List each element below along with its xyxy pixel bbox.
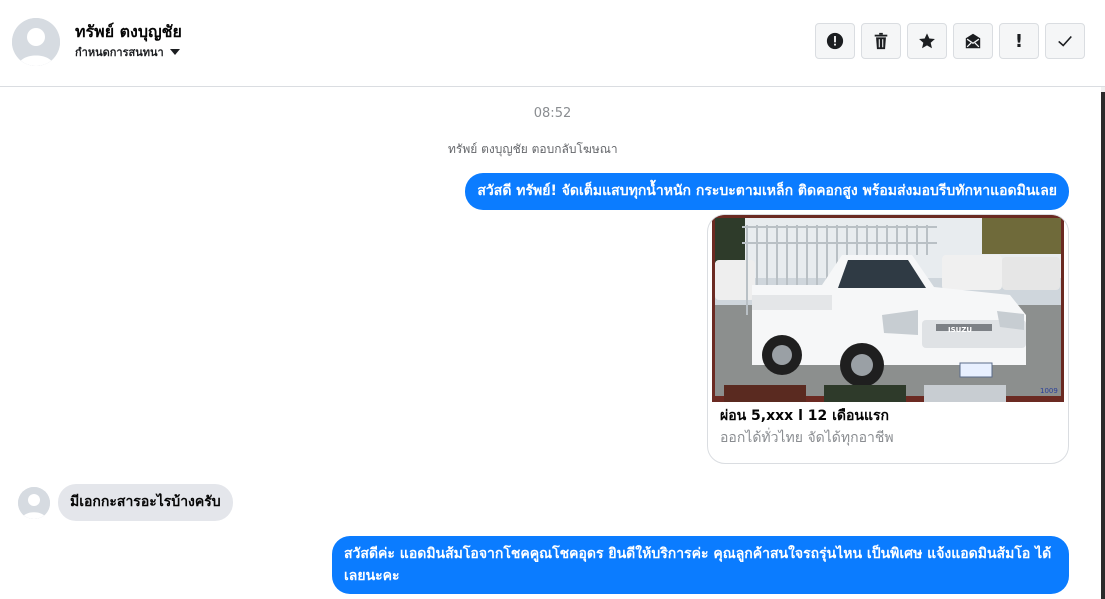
report-icon [826,32,844,50]
follow-up-button[interactable]: ! [999,23,1039,59]
trash-icon [874,32,888,50]
ad-watermark: 1009 [1040,387,1058,395]
conversation-header: ทรัพย์ ตงบุญชัย กำหนดการสนทนา ! [0,0,1105,87]
ad-reply-note: ทรัพย์ ตงบุญชัย ตอบกลับโฆษณา [448,142,618,156]
conversation-toolbar: ! [815,23,1085,59]
follow-up-icon: ! [1014,30,1024,52]
mark-unread-button[interactable] [953,23,993,59]
mark-unread-icon [965,33,981,49]
assign-label: กำหนดการสนทนา [75,46,164,59]
scrollbar-thumb[interactable] [1101,92,1105,599]
ad-title[interactable]: ผ่อน 5,xxx l 12 เดือนแรก [720,405,889,427]
ad-image[interactable]: ISUZU 1009 [712,215,1064,402]
ad-preview-card[interactable]: ISUZU 1009 ผ่อน 5,xxx l 12 เดือนแรก ออกไ… [707,214,1069,464]
message-thread[interactable]: 08:52 ทรัพย์ ตงบุญชัย ตอบกลับโฆษณา สวัสด… [0,87,1105,599]
chevron-down-icon [169,49,180,55]
message-timestamp: 08:52 [533,106,572,121]
ad-description: ออกได้ทั่วไทย จัดได้ทุกอาชีพ [720,430,894,446]
star-button[interactable] [907,23,947,59]
star-icon [919,33,935,49]
delete-button[interactable] [861,23,901,59]
contact-avatar[interactable] [12,18,60,66]
report-button[interactable] [815,23,855,59]
sender-avatar[interactable] [18,487,50,519]
incoming-message[interactable]: มีเอกกะสารอะไรบ้างครับ [58,484,233,521]
done-button[interactable] [1045,23,1085,59]
contact-name[interactable]: ทรัพย์ ตงบุญชัย [75,20,182,45]
brand-badge: ISUZU [948,326,972,334]
outgoing-message[interactable]: สวัสดีค่ะ แอดมินส้มโอจากโชคคูณโชคอุดร ยิ… [332,536,1069,594]
checkmark-icon [1058,35,1072,47]
assign-conversation-dropdown[interactable]: กำหนดการสนทนา [75,43,180,61]
outgoing-message[interactable]: สวัสดี ทรัพย์! จัดเต็มแสบทุกน้ำหนัก กระบ… [465,173,1069,210]
